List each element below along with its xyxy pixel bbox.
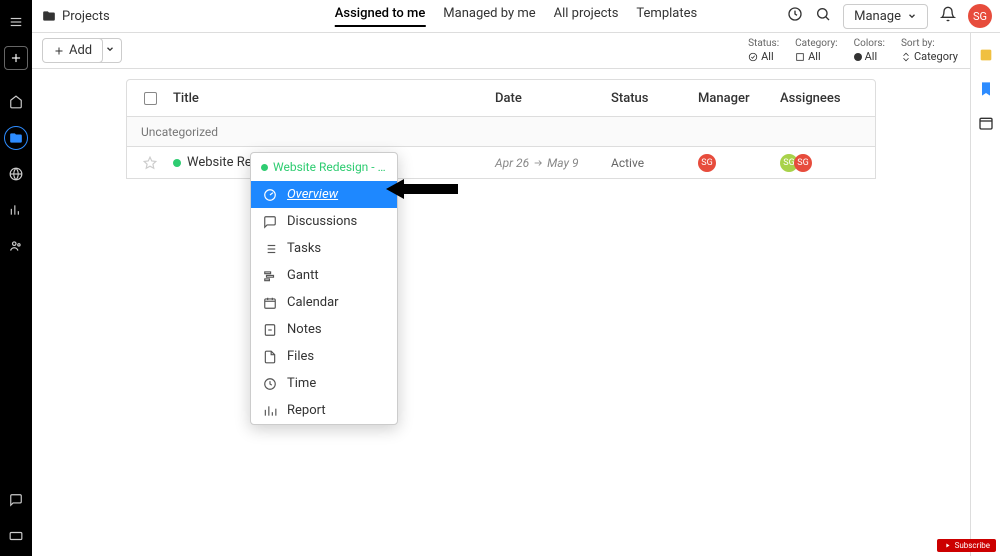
toolbar: Add Status: All Category: All Colors: Al… bbox=[32, 33, 970, 69]
chat-icon bbox=[263, 215, 277, 229]
manager-avatar[interactable]: SG bbox=[698, 154, 716, 172]
youtube-icon bbox=[943, 542, 952, 549]
dashboard-icon bbox=[263, 188, 277, 202]
chart-icon bbox=[263, 404, 277, 418]
filter-bar: Status: All Category: All Colors: All So… bbox=[748, 38, 958, 63]
menu-item-tasks[interactable]: Tasks bbox=[251, 235, 397, 262]
menu-item-notes[interactable]: Notes bbox=[251, 316, 397, 343]
add-label: Add bbox=[69, 43, 92, 58]
menu-item-gantt[interactable]: Gantt bbox=[251, 262, 397, 289]
people-icon[interactable] bbox=[4, 234, 28, 258]
breadcrumb[interactable]: Projects bbox=[42, 9, 110, 24]
keyboard-icon[interactable] bbox=[4, 524, 28, 548]
tab-assigned[interactable]: Assigned to me bbox=[335, 6, 426, 27]
project-row[interactable]: Website Redesign - Client A 2m Apr 26 Ma… bbox=[126, 147, 876, 179]
star-icon bbox=[143, 156, 157, 170]
reports-icon[interactable] bbox=[4, 198, 28, 222]
project-assignees: SG SG bbox=[780, 154, 875, 172]
col-title[interactable]: Title bbox=[173, 91, 495, 106]
menu-item-time[interactable]: Time bbox=[251, 370, 397, 397]
col-manager[interactable]: Manager bbox=[698, 91, 780, 106]
projects-icon[interactable] bbox=[4, 126, 28, 150]
home-icon[interactable] bbox=[4, 90, 28, 114]
note-icon bbox=[263, 323, 277, 337]
add-button[interactable]: Add bbox=[42, 38, 103, 63]
color-dot-icon bbox=[854, 53, 862, 61]
status-dot-icon bbox=[261, 164, 268, 171]
bookmark-widget-icon[interactable] bbox=[976, 79, 996, 99]
top-bar: Projects Assigned to me Managed by me Al… bbox=[32, 0, 1000, 33]
folder-icon bbox=[42, 9, 56, 23]
breadcrumb-title: Projects bbox=[62, 9, 110, 24]
col-date[interactable]: Date bbox=[495, 91, 611, 106]
add-new-icon[interactable] bbox=[4, 46, 28, 70]
dropdown-header: Website Redesign - Clie… bbox=[251, 153, 397, 181]
menu-item-overview[interactable]: Overview bbox=[251, 181, 397, 208]
tag-icon bbox=[795, 52, 805, 62]
nav-tabs: Assigned to me Managed by me All project… bbox=[335, 6, 697, 27]
calendar-widget-icon[interactable] bbox=[976, 113, 996, 133]
note-widget-icon[interactable] bbox=[976, 45, 996, 65]
add-dropdown-toggle[interactable] bbox=[99, 38, 122, 63]
gantt-icon bbox=[263, 269, 277, 283]
recent-icon[interactable] bbox=[787, 6, 803, 26]
menu-item-calendar[interactable]: Calendar bbox=[251, 289, 397, 316]
filter-category[interactable]: Category: All bbox=[795, 38, 837, 63]
chat-icon[interactable] bbox=[4, 488, 28, 512]
bell-icon[interactable] bbox=[940, 6, 956, 26]
tutorial-arrow bbox=[386, 179, 458, 203]
check-circle-icon bbox=[748, 52, 758, 62]
manage-button[interactable]: Manage bbox=[843, 4, 928, 29]
favorite-star[interactable] bbox=[127, 156, 173, 170]
plus-icon bbox=[53, 45, 65, 57]
status-dot-icon bbox=[173, 159, 181, 167]
globe-icon[interactable] bbox=[4, 162, 28, 186]
filter-sort[interactable]: Sort by: Category bbox=[901, 38, 958, 63]
right-sidebar bbox=[970, 33, 1000, 556]
tab-all[interactable]: All projects bbox=[554, 6, 619, 27]
filter-colors[interactable]: Colors: All bbox=[854, 38, 885, 63]
filter-status[interactable]: Status: All bbox=[748, 38, 779, 63]
subscribe-badge[interactable]: Subscribe bbox=[937, 539, 996, 552]
project-date: Apr 26 May 9 bbox=[495, 156, 611, 170]
project-status: Active bbox=[611, 156, 698, 170]
col-assignees[interactable]: Assignees bbox=[780, 91, 875, 106]
chevron-down-icon bbox=[105, 44, 115, 54]
tab-templates[interactable]: Templates bbox=[636, 6, 697, 27]
content-area: Title Date Status Manager Assignees Unca… bbox=[32, 69, 970, 556]
col-status[interactable]: Status bbox=[611, 91, 698, 106]
project-context-menu: Website Redesign - Clie… Overview Discus… bbox=[250, 152, 398, 425]
clock-icon bbox=[263, 377, 277, 391]
search-icon[interactable] bbox=[815, 6, 831, 26]
chevron-down-icon bbox=[907, 11, 917, 21]
category-label: Uncategorized bbox=[141, 125, 218, 139]
arrow-right-icon bbox=[533, 158, 543, 168]
project-manager: SG bbox=[698, 154, 780, 172]
assignee-avatar[interactable]: SG bbox=[794, 154, 812, 172]
menu-item-files[interactable]: Files bbox=[251, 343, 397, 370]
file-icon bbox=[263, 350, 277, 364]
user-avatar[interactable]: SG bbox=[968, 4, 992, 28]
select-all-checkbox[interactable] bbox=[144, 92, 157, 105]
left-sidebar bbox=[0, 0, 32, 556]
menu-item-discussions[interactable]: Discussions bbox=[251, 208, 397, 235]
top-right-controls: Manage SG bbox=[787, 4, 992, 29]
table-header: Title Date Status Manager Assignees bbox=[126, 79, 876, 117]
menu-icon[interactable] bbox=[4, 10, 28, 34]
menu-item-report[interactable]: Report bbox=[251, 397, 397, 424]
calendar-icon bbox=[263, 296, 277, 310]
tab-managed[interactable]: Managed by me bbox=[443, 6, 535, 27]
category-row[interactable]: Uncategorized bbox=[126, 117, 876, 147]
sort-icon bbox=[901, 52, 911, 62]
list-icon bbox=[263, 242, 277, 256]
manage-label: Manage bbox=[854, 9, 901, 24]
